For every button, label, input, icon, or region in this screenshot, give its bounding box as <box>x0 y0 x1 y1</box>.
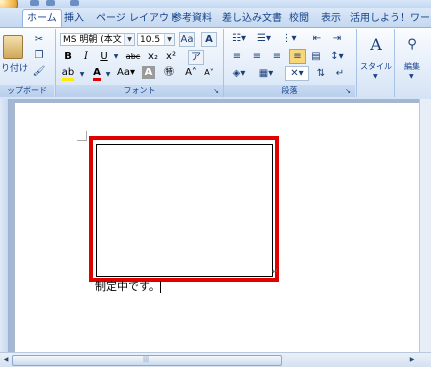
clear-format-icon[interactable]: A <box>201 32 217 47</box>
paste-label: り付け <box>1 64 29 74</box>
numbering-icon[interactable]: ☰▾ <box>255 32 273 45</box>
change-case-icon[interactable]: Aa▾ <box>116 66 136 79</box>
line-spacing-icon[interactable]: ↕▾ <box>328 50 346 63</box>
paragraph-group-label: 段落 <box>224 85 355 97</box>
paste-icon <box>3 35 23 59</box>
chevron-down-icon[interactable]: ▼ <box>112 50 120 63</box>
dialog-launcher-icon[interactable]: ↘ <box>343 85 353 98</box>
font-color-icon[interactable]: A <box>90 66 104 81</box>
justify-icon[interactable]: ≡ <box>289 49 306 64</box>
tab-review[interactable]: 校閲 <box>289 10 309 27</box>
styles-icon: A <box>370 35 382 54</box>
align-left-icon[interactable]: ≡ <box>230 50 244 63</box>
vertical-ruler <box>0 99 9 352</box>
increase-indent-icon[interactable]: ⇥ <box>330 32 344 45</box>
grow-font-icon[interactable]: Aa <box>179 32 195 47</box>
font-size-value: 10.5 <box>140 35 161 45</box>
paragraph-mark-icon: ↵ <box>272 267 279 276</box>
grip-icon: ||| <box>143 356 150 363</box>
chevron-down-icon: ▼ <box>409 73 414 80</box>
bold-icon[interactable]: B <box>62 50 74 63</box>
binoculars-icon: ⚲ <box>407 37 417 52</box>
format-painter-icon[interactable]: 🖌 <box>32 65 46 78</box>
tab-view[interactable]: 表示 <box>321 10 341 27</box>
sort-icon[interactable]: ⇅ <box>314 67 328 80</box>
shrink-font-icon[interactable]: A˅ <box>202 66 216 79</box>
margin-mark <box>86 131 87 141</box>
editing-button[interactable]: ⚲ 編集 ▼ <box>396 30 428 98</box>
vertical-scrollbar[interactable] <box>419 99 431 352</box>
distributed-icon[interactable]: ▤ <box>309 50 323 63</box>
chevron-down-icon[interactable]: ▼ <box>164 34 174 45</box>
tab-home[interactable]: ホーム <box>22 9 62 28</box>
save-icon[interactable] <box>30 0 39 6</box>
enlarge-font-icon[interactable]: A˄ <box>184 66 198 79</box>
tab-word-tips[interactable]: 活用しよう！ワード <box>350 10 431 27</box>
character-shading-icon[interactable]: A <box>142 66 155 79</box>
font-name-combo[interactable]: MS 明朝 (本文 ▼ <box>60 33 135 46</box>
align-center-icon[interactable]: ≡ <box>250 50 264 63</box>
tab-page-layout[interactable]: ページ レイアウト <box>96 10 179 27</box>
bullets-icon[interactable]: ☷▾ <box>230 32 248 45</box>
strikethrough-icon[interactable]: abc <box>124 50 142 63</box>
underline-icon[interactable]: U <box>98 50 110 63</box>
styles-button[interactable]: A スタイル ▼ <box>358 30 394 98</box>
multilevel-list-icon[interactable]: ⋮▾ <box>280 32 298 45</box>
divider <box>356 29 357 97</box>
enclose-characters-icon[interactable]: ㊕ <box>162 66 176 79</box>
copy-icon[interactable]: ❐ <box>32 49 46 62</box>
font-group-label: フォント <box>56 85 223 97</box>
document-text[interactable]: 制定中です。 <box>95 278 161 294</box>
superscript-icon[interactable]: x² <box>164 50 178 63</box>
shading-icon[interactable]: ◈▾ <box>230 67 248 80</box>
text-box-shape[interactable] <box>96 144 273 277</box>
chevron-down-icon[interactable]: ▼ <box>124 34 134 45</box>
tab-mailings[interactable]: 差し込み文書 <box>222 10 282 27</box>
chevron-down-icon[interactable]: ▼ <box>78 68 86 81</box>
scroll-right-icon[interactable]: ▶ <box>408 355 416 364</box>
asian-layout-icon[interactable]: ✕▾ <box>285 66 309 81</box>
tab-insert[interactable]: 挿入 <box>64 10 84 27</box>
paste-button[interactable]: り付け <box>0 30 30 84</box>
clipboard-group-label: ップボード <box>0 85 54 97</box>
divider <box>394 29 395 97</box>
dialog-launcher-icon[interactable]: ↘ <box>211 85 221 98</box>
font-size-combo[interactable]: 10.5 ▼ <box>137 33 175 46</box>
subscript-icon[interactable]: x₂ <box>146 50 160 63</box>
font-name-value: MS 明朝 (本文 <box>63 35 122 45</box>
align-right-icon[interactable]: ≡ <box>270 50 284 63</box>
tab-references[interactable]: 参考資料 <box>172 10 212 27</box>
undo-icon[interactable] <box>46 0 55 6</box>
editing-label: 編集 <box>404 62 420 71</box>
decrease-indent-icon[interactable]: ⇤ <box>310 32 324 45</box>
chevron-down-icon[interactable]: ▼ <box>104 68 112 81</box>
chevron-down-icon: ▼ <box>373 73 378 80</box>
scroll-left-icon[interactable]: ◀ <box>2 355 10 364</box>
highlight-icon[interactable]: ab <box>61 66 75 81</box>
cut-icon[interactable]: ✂ <box>32 33 46 46</box>
title-bar <box>0 0 431 8</box>
show-marks-icon[interactable]: ↵ <box>333 67 347 80</box>
styles-label: スタイル <box>360 62 392 71</box>
borders-icon[interactable]: ▦▾ <box>257 67 275 80</box>
phonetic-guide-icon[interactable]: ア <box>188 50 204 65</box>
italic-icon[interactable]: I <box>80 50 92 63</box>
redo-icon[interactable] <box>70 0 79 6</box>
text-cursor <box>159 281 161 293</box>
